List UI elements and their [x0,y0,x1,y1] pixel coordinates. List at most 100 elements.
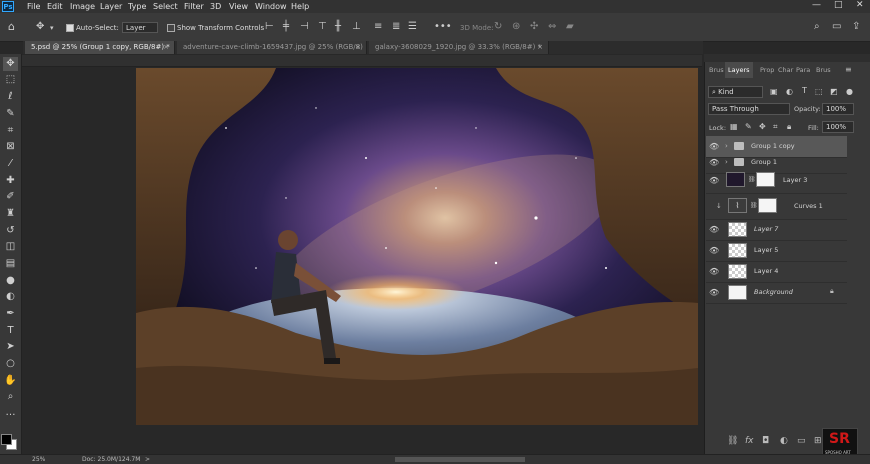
gradient-tool-icon[interactable]: ▤ [3,257,18,271]
visibility-eye-icon[interactable]: 👁︎ [709,288,719,297]
close-window-button[interactable]: ✕ [856,0,864,10]
3d-scale-icon[interactable]: ▰ [566,22,574,32]
distribute-bottom-icon[interactable]: ☰ [408,22,417,32]
healing-brush-icon[interactable]: ✚ [3,174,18,188]
more-tools-icon[interactable]: … [3,406,18,420]
search-icon[interactable]: ⌕ [814,22,820,32]
auto-select-checkbox[interactable] [66,24,74,32]
filter-toggle-icon[interactable]: ● [846,87,853,96]
tab-properties[interactable]: Prop [760,62,774,78]
more-options-icon[interactable]: ••• [434,22,452,32]
folder-icon[interactable]: ▭ [797,436,806,446]
horizontal-scrollbar[interactable] [395,457,525,462]
tab-galaxy[interactable]: galaxy-3608029_1920.jpg @ 33.3% (RGB/8#)… [369,41,549,54]
layer-row-layer-7[interactable]: 👁︎ Layer 7 [706,219,847,241]
dodge-tool-icon[interactable]: ◐ [3,290,18,304]
align-left-icon[interactable]: ⊢ [265,22,274,32]
brush-tool-icon[interactable]: ✐ [3,190,18,204]
frame-tool-icon[interactable]: ⊠ [3,140,18,154]
menu-view[interactable]: View [229,1,248,12]
transform-controls-checkbox[interactable] [167,24,175,32]
blend-mode-dropdown[interactable]: Pass Through [708,103,790,115]
link-icon[interactable]: ⛓︎ [727,436,738,446]
3d-roll-icon[interactable]: ⊛ [512,22,520,32]
3d-slide-icon[interactable]: ⇔ [548,22,556,32]
lock-artboard-icon[interactable]: ⌗ [773,122,778,132]
mask-link-icon[interactable]: ⛓︎ [748,176,756,183]
align-bottom-icon[interactable]: ⊥ [352,22,361,32]
opacity-field[interactable]: 100% [822,103,854,115]
visibility-eye-icon[interactable]: 👁︎ [709,246,719,255]
distribute-middle-icon[interactable]: ≣ [392,22,400,32]
filter-pixel-icon[interactable]: ▣ [770,87,778,96]
visibility-eye-icon[interactable]: 👁︎ [709,267,719,276]
path-select-icon[interactable]: ➤ [3,340,18,354]
crop-tool-icon[interactable]: ⌗ [3,124,18,138]
fx-icon[interactable]: fx [745,436,754,446]
workspace-icon[interactable]: ▭ [832,22,841,32]
layer-row-curves-1[interactable]: ↓ ⌇ ⛓︎ Curves 1 [706,194,847,220]
align-center-icon[interactable]: ╪ [283,22,289,32]
lock-all-icon[interactable]: 🔒︎ [787,122,791,132]
document-canvas[interactable] [136,68,698,425]
clone-stamp-icon[interactable]: ♜ [3,207,18,221]
maximize-button[interactable]: □ [834,0,843,10]
menu-image[interactable]: Image [70,1,95,12]
menu-3d[interactable]: 3D [210,1,221,12]
menu-window[interactable]: Window [255,1,287,12]
align-right-icon[interactable]: ⊣ [300,22,309,32]
tab-adventure-cave-climb[interactable]: adventure-cave-climb-1659437.jpg @ 25% (… [177,41,367,64]
move-tool-icon[interactable]: ✥ [3,57,18,71]
visibility-eye-icon[interactable]: 👁︎ [709,158,719,167]
lock-position-icon[interactable]: ✥ [759,122,766,131]
tab-5-psd[interactable]: 5.psd @ 25% (Group 1 copy, RGB/8#) * × [25,41,175,54]
mask-link-icon[interactable]: ⛓︎ [750,202,758,209]
filter-shape-icon[interactable]: ⬚ [815,87,823,96]
3d-pan-icon[interactable]: ✣ [530,22,538,32]
new-layer-icon[interactable]: ⊞ [814,436,822,446]
menu-help[interactable]: Help [291,1,309,12]
layer-row-layer-5[interactable]: 👁︎ Layer 5 [706,240,847,262]
filter-smart-object-icon[interactable]: ◩ [830,87,838,96]
move-tool-preset-icon[interactable]: ✥ [36,22,44,32]
layer-row-layer-4[interactable]: 👁︎ Layer 4 [706,261,847,283]
foreground-color-swatch[interactable] [1,434,12,445]
mask-icon[interactable]: ◘ [762,436,769,446]
tab-brush-settings[interactable]: Brus [816,62,831,78]
shape-tool-icon[interactable]: ○ [3,357,18,371]
share-icon[interactable]: ⇪ [852,22,860,32]
history-brush-icon[interactable]: ↺ [3,224,18,238]
layer-row-layer-3[interactable]: 👁︎ ⛓︎ Layer 3 [706,168,847,194]
panel-menu-icon[interactable]: ≡ [845,65,852,74]
menu-filter[interactable]: Filter [184,1,204,12]
distribute-top-icon[interactable]: ≡ [374,22,382,32]
blur-tool-icon[interactable]: ● [3,274,18,288]
menu-layer[interactable]: Layer [100,1,122,12]
zoom-tool-icon[interactable]: ⌕ [3,390,18,404]
quick-select-tool-icon[interactable]: ✎ [3,107,18,121]
lock-image-icon[interactable]: ✎ [745,122,752,131]
minimize-button[interactable]: — [812,0,821,10]
chevron-down-icon[interactable]: ▾ [50,23,54,33]
menu-select[interactable]: Select [153,1,178,12]
filter-type-icon[interactable]: T [802,86,807,95]
close-tab-icon[interactable]: × [537,41,543,54]
lock-transparent-icon[interactable]: ▦ [730,122,738,131]
tab-paragraph[interactable]: Para [796,62,810,78]
align-middle-icon[interactable]: ╫ [335,22,341,32]
layer-filter-dropdown[interactable]: ⌕ Kind [708,86,763,98]
align-top-icon[interactable]: ⊤ [318,22,327,32]
home-icon[interactable]: ⌂ [8,21,15,32]
close-tab-icon[interactable]: × [355,41,361,54]
eraser-tool-icon[interactable]: ◫ [3,240,18,254]
visibility-eye-icon[interactable]: 👁︎ [709,225,719,234]
menu-type[interactable]: Type [128,1,146,12]
auto-select-dropdown[interactable]: Layer [122,22,158,33]
close-tab-icon[interactable]: × [163,41,169,54]
marquee-tool-icon[interactable]: ⬚ [3,73,18,87]
visibility-eye-icon[interactable]: 👁︎ [709,142,719,151]
pen-tool-icon[interactable]: ✒ [3,307,18,321]
tab-layers[interactable]: Layers [725,62,753,78]
type-tool-icon[interactable]: T [3,324,18,338]
hand-tool-icon[interactable]: ✋ [3,374,18,388]
